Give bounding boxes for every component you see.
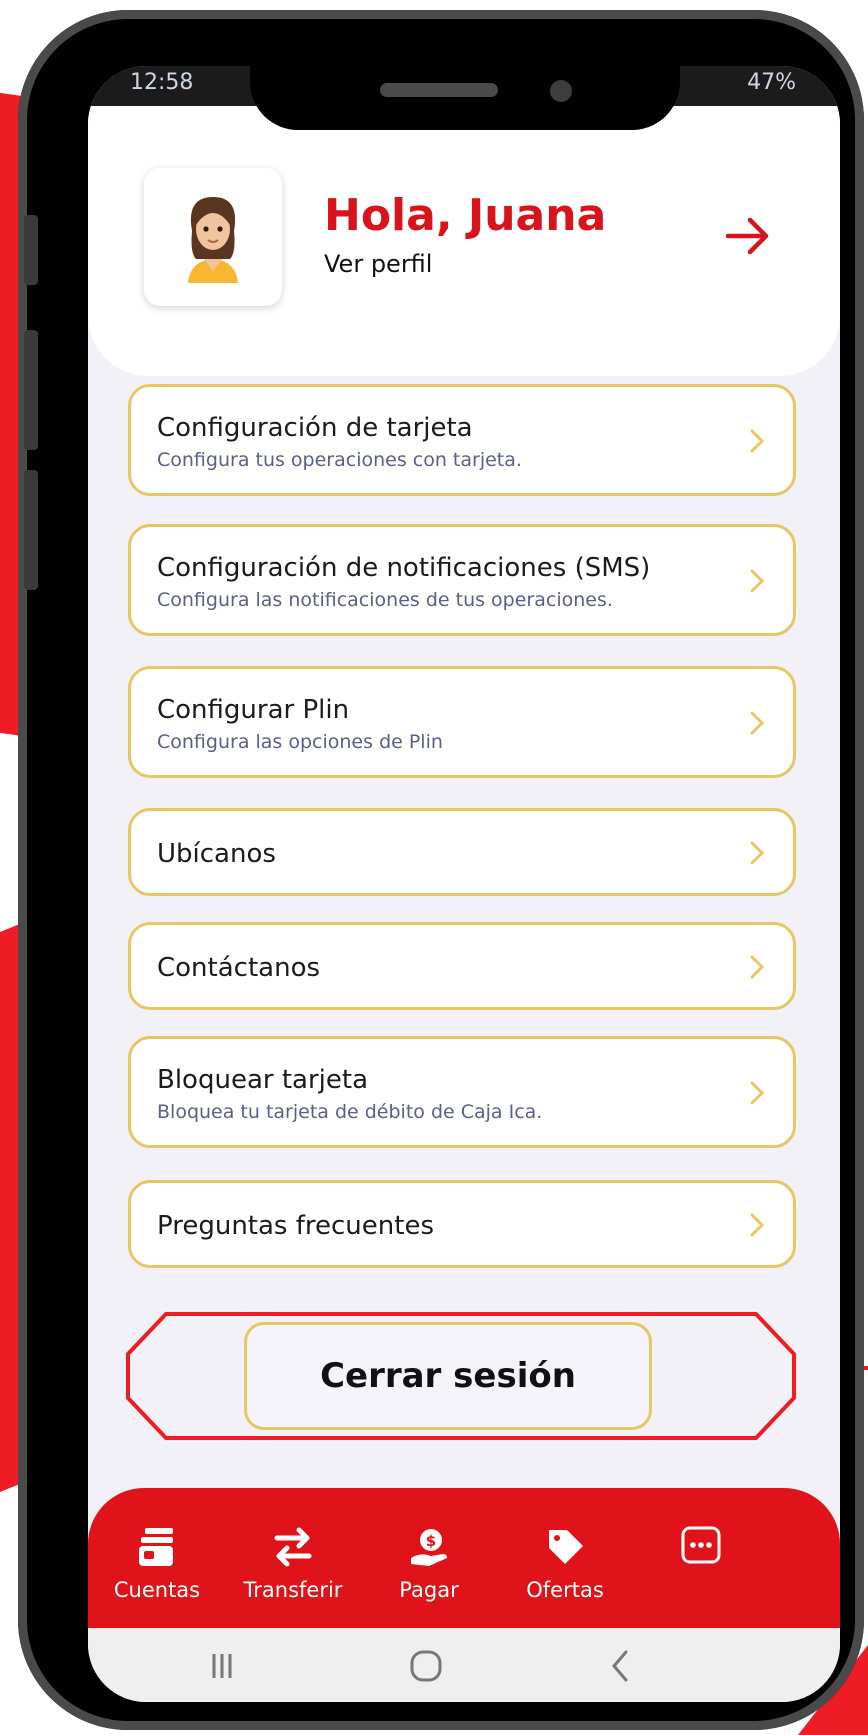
recent-apps-icon[interactable] xyxy=(200,1646,244,1686)
back-icon[interactable] xyxy=(598,1646,642,1686)
nav-label: Pagar xyxy=(399,1578,459,1602)
menu-item-subtitle: Bloquea tu tarjeta de débito de Caja Ica… xyxy=(157,1101,543,1123)
chevron-right-icon xyxy=(750,1081,765,1105)
home-icon[interactable] xyxy=(404,1646,448,1686)
menu-item-title: Configuración de tarjeta xyxy=(157,413,473,443)
system-navigation-bar xyxy=(88,1628,840,1702)
menu-item-block-card[interactable]: Bloquear tarjeta Bloquea tu tarjeta de d… xyxy=(128,1036,796,1148)
user-avatar-icon xyxy=(188,197,238,283)
nav-item-transfer[interactable]: Transferir xyxy=(228,1488,358,1628)
transfer-icon xyxy=(274,1527,312,1567)
profile-header: Hola, Juana Ver perfil xyxy=(88,106,840,376)
menu-item-locate-us[interactable]: Ubícanos xyxy=(128,808,796,896)
chevron-right-icon xyxy=(750,955,765,979)
speaker-grille xyxy=(380,83,498,97)
chevron-right-icon xyxy=(750,429,765,453)
phone-notch xyxy=(250,40,680,130)
app-screen: 12:58 47% Hola, Juana Ver perfil Configu… xyxy=(88,66,840,1702)
power-button xyxy=(24,470,38,590)
menu-item-contact-us[interactable]: Contáctanos xyxy=(128,922,796,1010)
menu-item-title: Preguntas frecuentes xyxy=(157,1211,434,1241)
menu-item-title: Contáctanos xyxy=(157,953,321,983)
svg-text:$: $ xyxy=(426,1532,436,1550)
front-camera xyxy=(550,80,572,102)
menu-item-faq[interactable]: Preguntas frecuentes xyxy=(128,1180,796,1268)
chevron-right-icon xyxy=(750,711,765,735)
menu-item-subtitle: Configura tus operaciones con tarjeta. xyxy=(157,449,522,471)
avatar[interactable] xyxy=(144,168,282,306)
tag-icon xyxy=(549,1530,583,1564)
chevron-right-icon xyxy=(750,841,765,865)
more-icon xyxy=(681,1526,721,1564)
nav-item-pay[interactable]: $ Pagar xyxy=(364,1488,494,1628)
menu-item-card-settings[interactable]: Configuración de tarjeta Configura tus o… xyxy=(128,384,796,496)
logout-button[interactable]: Cerrar sesión xyxy=(244,1322,652,1430)
phone-frame: 12:58 47% Hola, Juana Ver perfil Configu… xyxy=(18,10,864,1730)
menu-item-title: Ubícanos xyxy=(157,839,276,869)
view-profile-link[interactable]: Ver perfil xyxy=(324,250,432,278)
nav-item-offers[interactable]: Ofertas xyxy=(500,1488,630,1628)
pay-icon: $ xyxy=(411,1529,447,1566)
nav-item-accounts[interactable]: Cuentas xyxy=(92,1488,222,1628)
bottom-navigation: Cuentas Transferir $ Pagar Ofertas xyxy=(88,1488,840,1628)
arrow-right-icon[interactable] xyxy=(718,206,778,266)
menu-item-subtitle: Configura las opciones de Plin xyxy=(157,731,443,753)
menu-item-plin[interactable]: Configurar Plin Configura las opciones d… xyxy=(128,666,796,778)
volume-button xyxy=(24,215,38,285)
menu-item-sms-notifications[interactable]: Configuración de notificaciones (SMS) Co… xyxy=(128,524,796,636)
menu-item-subtitle: Configura las notificaciones de tus oper… xyxy=(157,589,613,611)
menu-item-title: Bloquear tarjeta xyxy=(157,1065,368,1095)
chevron-right-icon xyxy=(750,1213,765,1237)
nav-label: Ofertas xyxy=(526,1578,604,1602)
nav-item-more[interactable] xyxy=(636,1488,766,1628)
menu-item-title: Configurar Plin xyxy=(157,695,350,725)
status-time: 12:58 xyxy=(130,70,194,95)
menu-item-title: Configuración de notificaciones (SMS) xyxy=(157,553,651,583)
greeting-title: Hola, Juana xyxy=(324,190,607,241)
nav-label: Transferir xyxy=(243,1578,343,1602)
nav-label: Cuentas xyxy=(113,1578,201,1602)
status-battery: 47% xyxy=(747,70,796,95)
cards-icon xyxy=(139,1528,173,1566)
volume-button xyxy=(24,330,38,450)
chevron-right-icon xyxy=(750,569,765,593)
